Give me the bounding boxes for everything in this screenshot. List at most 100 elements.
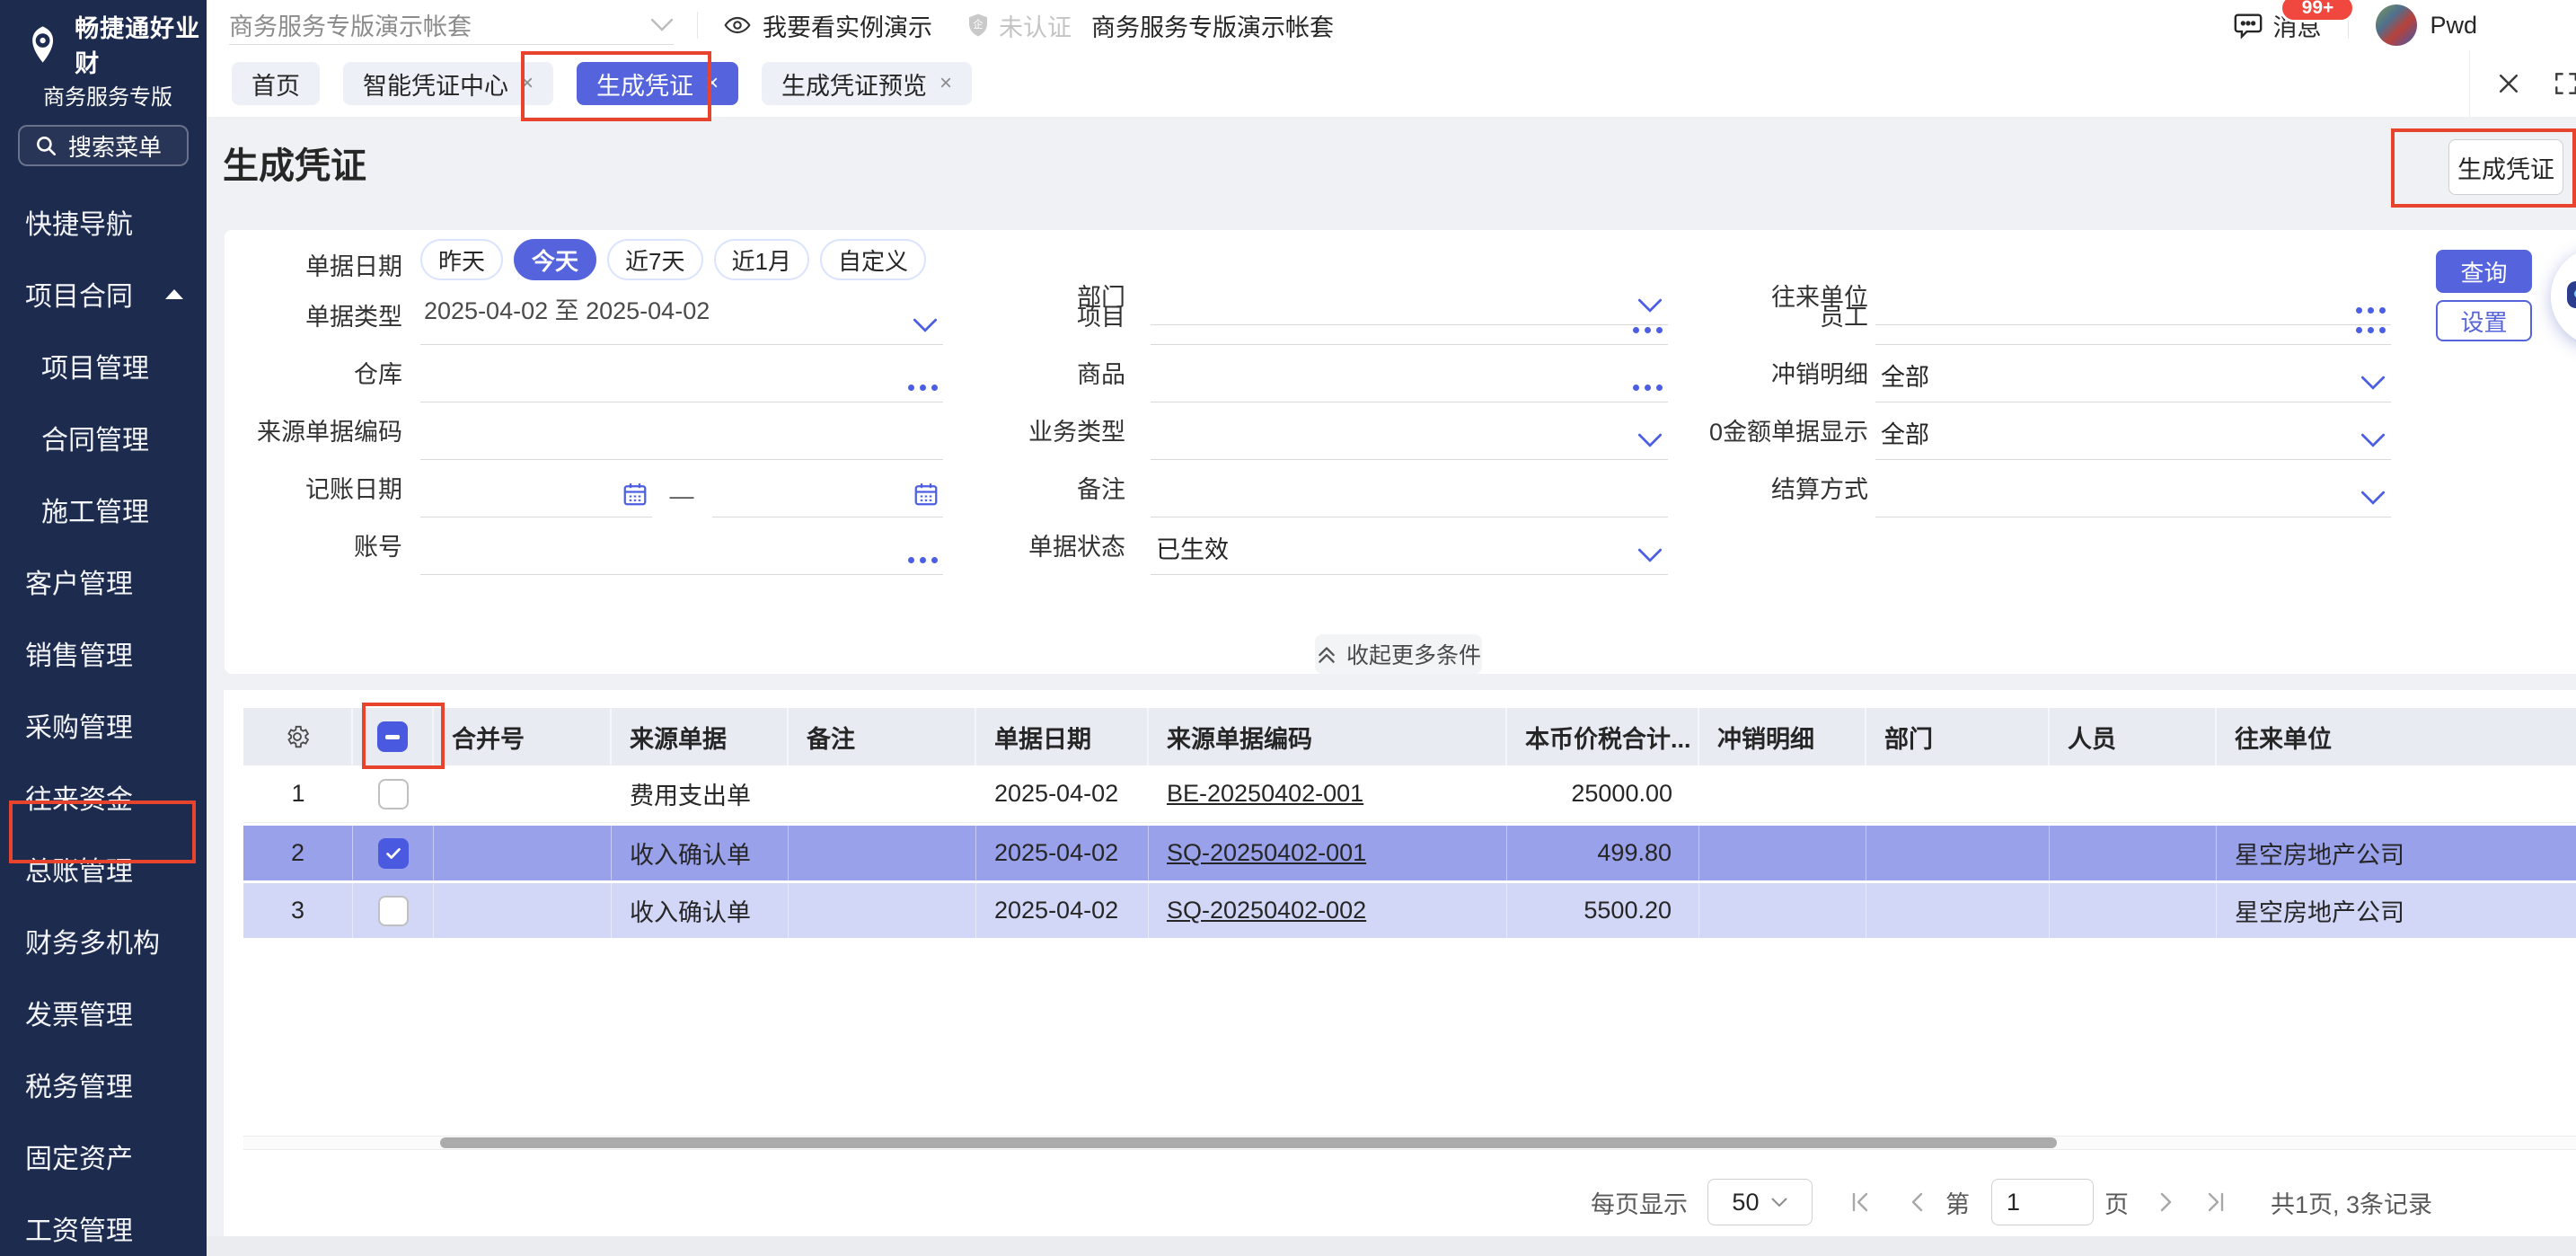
col-header-source-doc[interactable]: 来源单据 [612,708,789,765]
sidebar-item-quick-nav[interactable]: 快捷导航 [0,195,207,249]
row-checkbox[interactable] [378,779,409,809]
col-header-remark[interactable]: 备注 [789,708,976,765]
page-number-input[interactable]: 1 [1991,1179,2094,1225]
select-all-checkbox[interactable] [377,721,408,752]
account-set-select[interactable]: 商务服务专版演示帐套 [229,5,674,45]
prev-page-icon[interactable] [1906,1190,1929,1214]
tab-generate-voucher-preview[interactable]: 生成凭证预览 × [762,62,972,105]
sidebar-item-project-mgmt[interactable]: 项目管理 [0,339,207,393]
sidebar-item-transactions-funds[interactable]: 往来资金 [0,770,207,824]
select-all-cell [353,708,434,765]
filter-label-source-code: 来源单据编码 [225,402,402,460]
sidebar-item-project-contract[interactable]: 项目合同 [0,267,207,321]
table-row-selected[interactable]: 2 收入确认单 2025-04-02 SQ-20250402-001 499.8… [243,823,2576,880]
certification-status[interactable]: 企 未认证 [965,8,1072,43]
filter-label-account-no: 账号 [225,517,402,575]
sidebar-item-multi-org-finance[interactable]: 财务多机构 [0,914,207,968]
sidebar-item-invoice-mgmt[interactable]: 发票管理 [0,986,207,1039]
zero-amount-select[interactable]: 全部 [1875,402,2391,460]
project-picker[interactable] [1151,287,1668,345]
cell-department [1866,826,2050,880]
settings-button[interactable]: 设置 [2436,300,2532,341]
business-type-select[interactable] [1151,402,1668,460]
col-header-department[interactable]: 部门 [1866,708,2050,765]
sidebar-item-tax-mgmt[interactable]: 税务管理 [0,1057,207,1111]
doc-status-select[interactable]: 已生效 [1151,517,1668,575]
sidebar-item-contract-mgmt[interactable]: 合同管理 [0,411,207,464]
horizontal-scrollbar-track[interactable] [243,1136,2576,1150]
cell-doc-date: 2025-04-02 [976,883,1149,938]
col-header-amount[interactable]: 本币价税合计... [1507,708,1699,765]
close-tab-icon[interactable]: × [940,71,952,96]
username[interactable]: Pwd [2430,12,2477,40]
source-code-link[interactable]: SQ-20250402-001 [1167,839,1366,867]
col-header-doc-date[interactable]: 单据日期 [976,708,1149,765]
row-checkbox-checked[interactable] [378,838,409,869]
bottom-strip [207,1236,2576,1256]
employee-picker[interactable] [1875,287,2391,345]
cell-remark [789,826,976,880]
sidebar-item-construction-mgmt[interactable]: 施工管理 [0,482,207,536]
menu-search-input[interactable]: 搜索菜单 [18,125,189,166]
row-checkbox[interactable] [378,896,409,926]
tab-smart-voucher-center[interactable]: 智能凭证中心 × [343,62,553,105]
cell-partner: 星空房地产公司 [2217,883,2576,938]
writeoff-detail-select[interactable]: 全部 [1875,345,2391,402]
settle-method-select[interactable] [1875,460,2391,517]
next-page-icon[interactable] [2154,1190,2177,1214]
query-button[interactable]: 查询 [2436,250,2532,293]
cell-partner: 星空房地产公司 [2217,826,2576,880]
page-content: 生成凭证 生成凭证 单据日期 昨天 今天 近7天 近1月 自定义 2025-04… [207,117,2576,1256]
sidebar-item-payroll-mgmt[interactable]: 工资管理 [0,1201,207,1255]
sidebar-item-general-ledger[interactable]: 总账管理 [0,842,207,896]
close-tab-icon[interactable]: × [706,71,719,96]
doc-type-select[interactable] [420,287,943,345]
remark-input[interactable] [1151,460,1668,517]
account-no-picker[interactable] [420,517,943,575]
user-avatar[interactable] [2376,4,2417,46]
source-code-input[interactable] [420,402,943,460]
filter-label-doc-type: 单据类型 [225,287,402,345]
tab-home[interactable]: 首页 [232,62,320,105]
date-quick-chips: 昨天 今天 近7天 近1月 自定义 [420,239,943,280]
col-header-writeoff[interactable]: 冲销明细 [1699,708,1866,765]
last-page-icon[interactable] [2204,1190,2228,1214]
sidebar-item-sales-mgmt[interactable]: 销售管理 [0,626,207,680]
warehouse-picker[interactable] [420,345,943,402]
table-row[interactable]: 3 收入确认单 2025-04-02 SQ-20250402-002 5500.… [243,880,2576,938]
sidebar-item-purchase-mgmt[interactable]: 采购管理 [0,698,207,752]
chip-last1month[interactable]: 近1月 [714,239,809,280]
cell-writeoff [1699,883,1866,938]
message-bubble-icon [2233,10,2263,40]
page-prefix: 第 [1945,1185,1970,1220]
table-settings-cell[interactable] [243,708,353,765]
close-tab-icon[interactable]: × [521,71,534,96]
col-header-merge-no[interactable]: 合并号 [434,708,612,765]
tab-generate-voucher[interactable]: 生成凭证 × [577,62,738,105]
col-header-partner[interactable]: 往来单位 [2217,708,2576,765]
fullscreen-icon[interactable] [2553,70,2576,97]
generate-voucher-button[interactable]: 生成凭证 [2448,139,2563,195]
chip-last7days[interactable]: 近7天 [607,239,702,280]
sidebar-item-customer-mgmt[interactable]: 客户管理 [0,554,207,608]
source-code-link[interactable]: SQ-20250402-002 [1167,897,1366,924]
col-header-source-code[interactable]: 来源单据编码 [1149,708,1507,765]
booking-date-from-input[interactable] [420,478,652,517]
messages-button[interactable]: 消息 99+ [2233,8,2321,43]
goods-picker[interactable] [1151,345,1668,402]
filter-column-2: 部门 项目 商品 业务类型 [874,230,1668,575]
cell-merge-no [434,883,612,938]
collapse-more-filters-button[interactable]: 收起更多条件 [1315,634,1482,674]
chip-yesterday[interactable]: 昨天 [420,239,503,280]
chip-today[interactable]: 今天 [514,239,596,280]
source-code-link[interactable]: BE-20250402-001 [1167,780,1363,807]
close-icon[interactable] [2495,70,2522,97]
sidebar-item-fixed-assets[interactable]: 固定资产 [0,1129,207,1183]
cell-doc-date: 2025-04-02 [976,780,1149,808]
col-header-person[interactable]: 人员 [2050,708,2217,765]
first-page-icon[interactable] [1848,1190,1872,1214]
view-demo-link[interactable]: 我要看实例演示 [723,8,932,43]
horizontal-scrollbar-thumb[interactable] [440,1137,2057,1148]
table-row[interactable]: 1 费用支出单 2025-04-02 BE-20250402-001 25000… [243,765,2576,823]
per-page-select[interactable]: 50 [1707,1179,1813,1225]
